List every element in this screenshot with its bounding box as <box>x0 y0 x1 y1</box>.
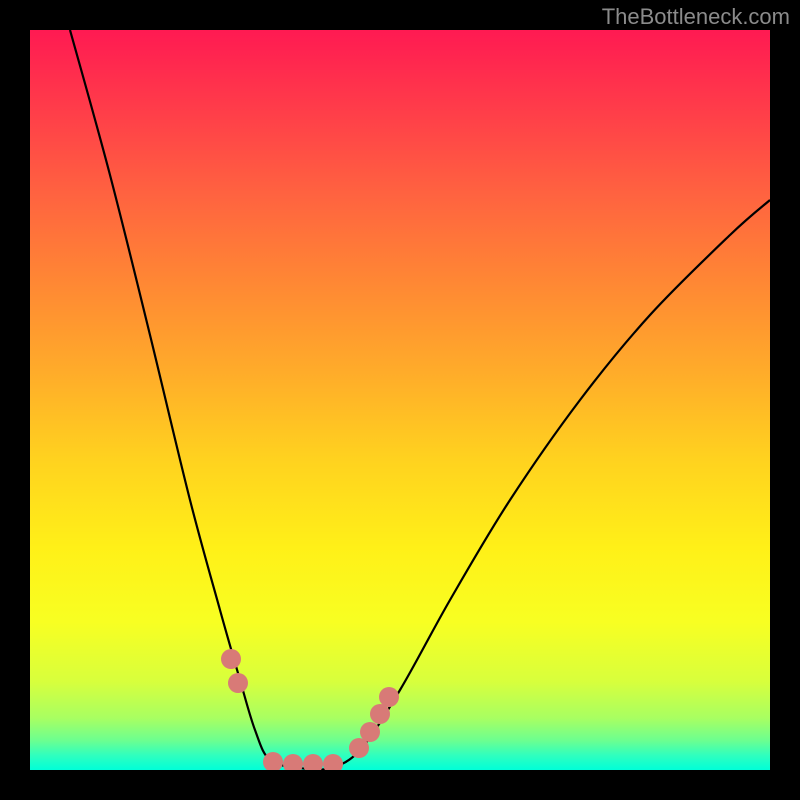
highlight-dot <box>283 754 303 770</box>
highlight-dot <box>360 722 380 742</box>
chart-frame: TheBottleneck.com <box>0 0 800 800</box>
curve-layer <box>70 30 770 770</box>
plot-svg <box>30 30 770 770</box>
plot-area <box>30 30 770 770</box>
bottleneck-curve <box>70 30 770 770</box>
highlight-dot <box>228 673 248 693</box>
highlight-dot <box>303 754 323 770</box>
highlight-dot <box>323 754 343 770</box>
highlight-dot <box>379 687 399 707</box>
watermark-text: TheBottleneck.com <box>602 4 790 30</box>
highlight-dot <box>221 649 241 669</box>
highlight-dot <box>370 704 390 724</box>
